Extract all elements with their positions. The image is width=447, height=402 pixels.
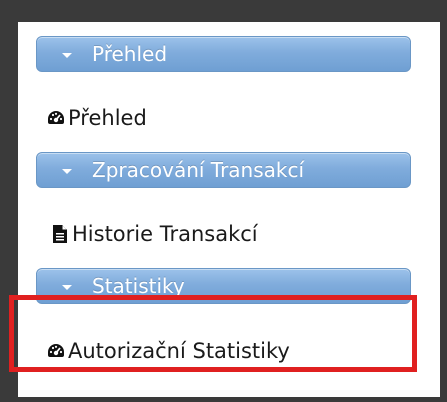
section-header-zpracovani-transakci[interactable]: Zpracování Transakcí xyxy=(36,152,411,188)
section-header-label: Zpracování Transakcí xyxy=(92,158,305,182)
dashboard-icon xyxy=(46,108,66,128)
menu-item-autorizacni-statistiky[interactable]: Autorizační Statistiky xyxy=(46,333,290,369)
section-header-label: Statistiky xyxy=(92,274,185,298)
navigation-panel: Přehled Přehled Zpracování Transakcí His… xyxy=(18,22,440,397)
caret-down-icon xyxy=(62,168,72,174)
menu-item-prehled[interactable]: Přehled xyxy=(46,100,147,136)
document-icon xyxy=(50,224,70,244)
section-header-statistiky[interactable]: Statistiky xyxy=(36,268,411,304)
caret-down-icon xyxy=(62,284,72,290)
menu-item-label: Autorizační Statistiky xyxy=(68,339,290,363)
section-header-label: Přehled xyxy=(92,42,168,66)
menu-item-historie-transakci[interactable]: Historie Transakcí xyxy=(50,216,258,252)
section-header-prehled[interactable]: Přehled xyxy=(36,36,411,72)
dashboard-icon xyxy=(46,341,66,361)
menu-item-label: Historie Transakcí xyxy=(72,222,258,246)
menu-item-label: Přehled xyxy=(68,106,147,130)
caret-down-icon xyxy=(62,52,72,58)
